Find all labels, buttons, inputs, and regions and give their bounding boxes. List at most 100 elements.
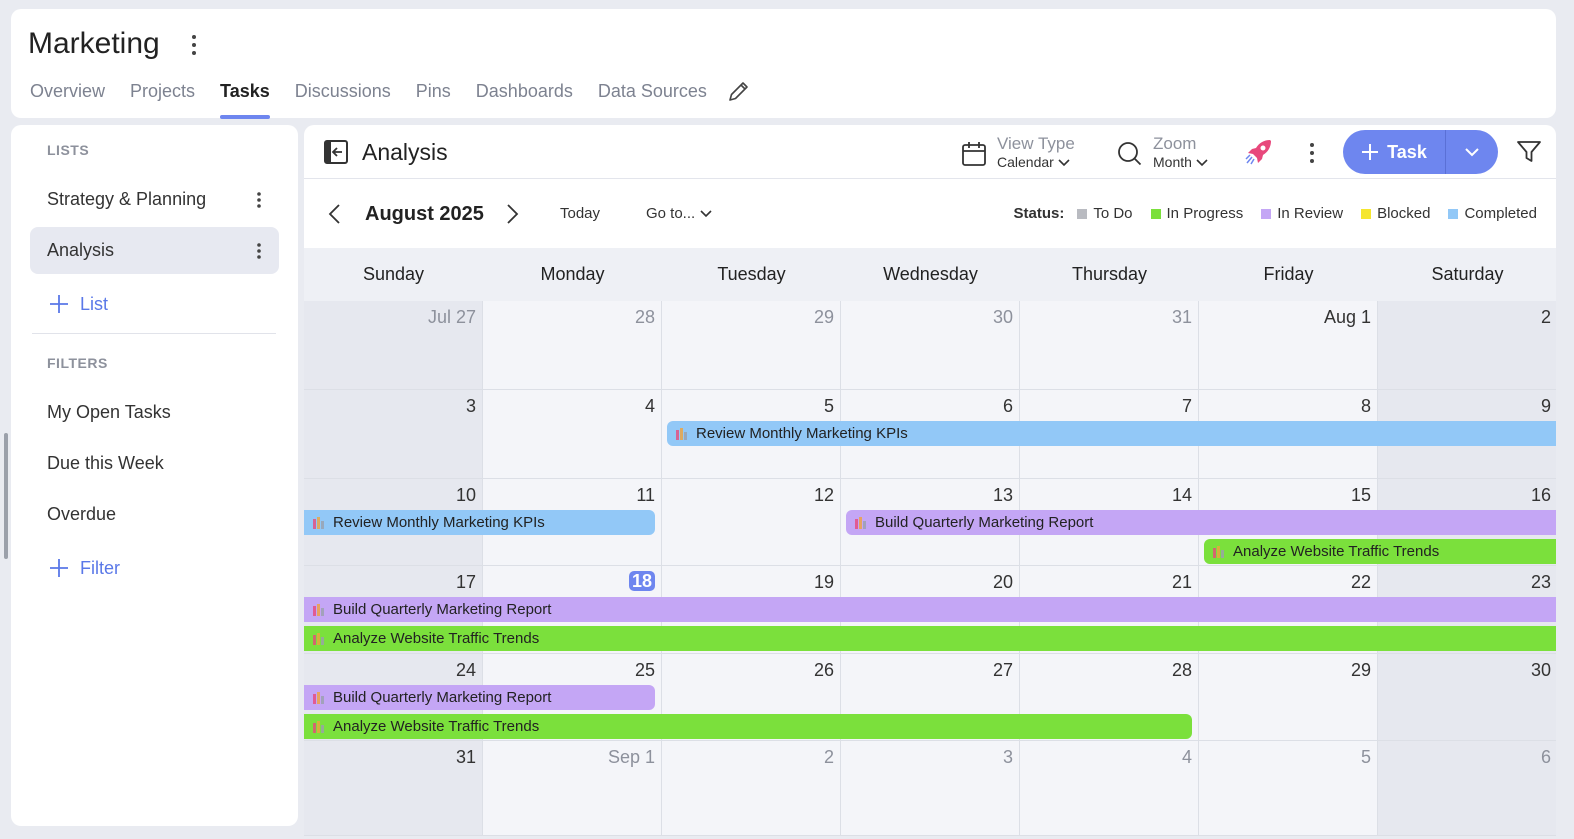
day-number: 27	[992, 660, 1013, 680]
calendar-event[interactable]: Build Quarterly Marketing Report	[846, 510, 1556, 535]
calendar-day[interactable]: 29	[1199, 654, 1378, 740]
calendar-day[interactable]: 3	[304, 390, 483, 478]
search-icon	[1118, 142, 1142, 166]
calendar-day[interactable]: 2	[1378, 301, 1556, 389]
calendar-event[interactable]: Analyze Website Traffic Trends	[304, 714, 1192, 739]
day-number: 12	[813, 485, 834, 505]
day-number: 4	[644, 396, 655, 416]
add-filter-button[interactable]: Filter	[48, 557, 120, 579]
calendar-day[interactable]: Aug 1	[1199, 301, 1378, 389]
sidebar-divider	[32, 333, 276, 334]
list-more-icon[interactable]	[253, 241, 265, 261]
legend-swatch	[1077, 208, 1088, 219]
task-bar-icon	[313, 516, 324, 529]
tab-data-sources[interactable]: Data Sources	[598, 79, 707, 119]
add-task-dropdown[interactable]	[1446, 130, 1498, 174]
calendar-day[interactable]: Sep 1	[483, 741, 662, 835]
add-task-button[interactable]: Task	[1343, 130, 1498, 174]
workspace-header: Marketing Overview Projects Tasks Discussio…	[11, 9, 1556, 119]
goto-dropdown[interactable]: Go to...	[646, 205, 712, 222]
sidebar-list-label: Analysis	[47, 240, 115, 260]
calendar-week: Jul 27 28 29 30 31 Aug 1 2	[304, 301, 1556, 390]
weekday-label: Thursday	[1071, 264, 1148, 284]
calendar-day[interactable]: 4	[1020, 741, 1199, 835]
sidebar-list-item[interactable]: Analysis	[30, 227, 279, 274]
legend-item: To Do	[1077, 205, 1133, 222]
event-title: Build Quarterly Marketing Report	[333, 601, 552, 618]
sidebar-list-item[interactable]: Strategy & Planning	[30, 176, 279, 223]
today-button[interactable]: Today	[560, 205, 600, 222]
day-number: 13	[992, 485, 1013, 505]
calendar-event[interactable]: Analyze Website Traffic Trends	[304, 626, 1556, 651]
rocket-icon[interactable]	[1244, 137, 1274, 167]
weekday-label: Saturday	[1431, 264, 1504, 284]
more-options-icon[interactable]	[1304, 140, 1320, 166]
calendar-day[interactable]: 2	[662, 741, 841, 835]
edit-tabs-icon[interactable]	[727, 79, 751, 103]
calendar-event[interactable]: Review Monthly Marketing KPIs	[667, 421, 1556, 446]
add-task-main[interactable]: Task	[1343, 130, 1446, 174]
calendar-day[interactable]: 28	[483, 301, 662, 389]
calendar-day[interactable]: 30	[1378, 654, 1556, 740]
tab-projects[interactable]: Projects	[130, 79, 195, 119]
event-title: Review Monthly Marketing KPIs	[696, 425, 908, 442]
calendar-event[interactable]: Build Quarterly Marketing Report	[304, 685, 655, 710]
tab-pins[interactable]: Pins	[416, 79, 451, 119]
day-number: 8	[1360, 396, 1371, 416]
calendar-event[interactable]: Build Quarterly Marketing Report	[304, 597, 1556, 622]
day-number: 6	[1540, 747, 1551, 767]
workspace-more-icon[interactable]	[186, 31, 202, 59]
day-number: 26	[813, 660, 834, 680]
tab-dashboards[interactable]: Dashboards	[476, 79, 573, 119]
plus-icon	[1362, 144, 1379, 160]
day-number: 2	[1540, 307, 1551, 327]
list-more-icon[interactable]	[253, 190, 265, 210]
day-number: Jul 27	[427, 307, 476, 327]
sidebar-filter-item[interactable]: My Open Tasks	[30, 389, 279, 436]
calendar-day[interactable]: 5	[1199, 741, 1378, 835]
next-month-icon[interactable]	[503, 203, 521, 225]
tab-discussions[interactable]: Discussions	[295, 79, 391, 119]
tab-overview[interactable]: Overview	[30, 79, 105, 119]
day-number: 22	[1350, 572, 1371, 592]
collapse-sidebar-icon[interactable]	[323, 139, 349, 165]
legend-item: In Review	[1261, 205, 1343, 222]
weekday-label: Friday	[1263, 264, 1314, 284]
day-number: 29	[813, 307, 834, 327]
day-number: 15	[1350, 485, 1371, 505]
previous-month-icon[interactable]	[326, 203, 344, 225]
calendar-day[interactable]: 31	[1020, 301, 1199, 389]
main-panel: Analysis View Type Calendar Zoom Month T…	[304, 125, 1556, 836]
sidebar-filter-item[interactable]: Due this Week	[30, 440, 279, 487]
sidebar-resize-handle[interactable]	[4, 433, 8, 559]
legend-label: In Progress	[1166, 205, 1244, 222]
calendar-day[interactable]: 29	[662, 301, 841, 389]
task-bar-icon	[313, 603, 324, 616]
filter-icon[interactable]	[1516, 139, 1542, 165]
add-list-button[interactable]: List	[48, 293, 108, 315]
calendar-day[interactable]: 3	[841, 741, 1020, 835]
day-number: 16	[1530, 485, 1551, 505]
weekday-label: Sunday	[362, 264, 425, 284]
weekday-label: Wednesday	[883, 264, 978, 284]
day-number: 30	[992, 307, 1013, 327]
weekday-label: Monday	[540, 264, 605, 284]
calendar-event[interactable]: Review Monthly Marketing KPIs	[304, 510, 655, 535]
calendar-event[interactable]: Analyze Website Traffic Trends	[1204, 539, 1556, 564]
view-type-control[interactable]: View Type Calendar	[961, 134, 1075, 171]
calendar-day[interactable]: 6	[1378, 741, 1556, 835]
sidebar-filter-item[interactable]: Overdue	[30, 491, 279, 538]
zoom-control[interactable]: Zoom Month	[1117, 134, 1208, 171]
tab-tasks[interactable]: Tasks	[220, 79, 270, 119]
chevron-down-icon	[1196, 158, 1208, 166]
calendar-day[interactable]: Jul 27	[304, 301, 483, 389]
legend-label: In Review	[1277, 205, 1344, 222]
event-title: Analyze Website Traffic Trends	[333, 718, 540, 735]
weekday-header: Sunday Monday Tuesday Wednesday Thursday Frid…	[304, 248, 1556, 301]
plus-icon	[50, 295, 68, 313]
calendar-day[interactable]: 31	[304, 741, 483, 835]
calendar-day[interactable]: 30	[841, 301, 1020, 389]
calendar-day[interactable]: 12	[662, 479, 841, 565]
calendar-day[interactable]: 4	[483, 390, 662, 478]
day-number: Sep 1	[607, 747, 655, 767]
